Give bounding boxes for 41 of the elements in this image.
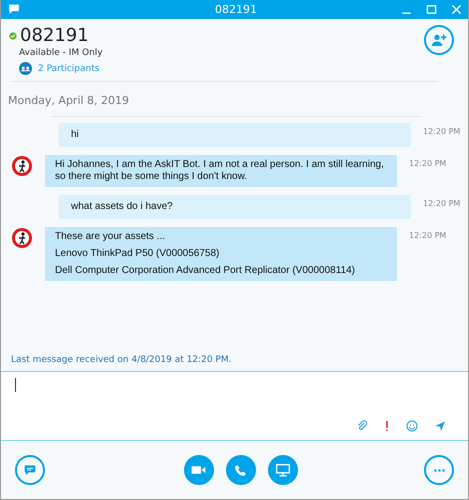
chat-icon[interactable] [7, 3, 21, 16]
video-button[interactable] [184, 455, 214, 485]
exclamation-icon[interactable] [384, 420, 390, 432]
presence-status: Available - IM Only [19, 48, 104, 58]
speech-bubble-icon [23, 463, 37, 477]
message-time: 12:20 PM [409, 230, 446, 240]
phone-icon [234, 464, 247, 476]
more-button[interactable] [424, 455, 454, 485]
paperclip-icon[interactable] [356, 420, 368, 432]
message-time: 12:20 PM [423, 198, 460, 208]
avatar-icon [11, 227, 33, 249]
avatar-icon [11, 155, 33, 177]
message-text: These are your assets ... [55, 231, 166, 243]
add-person-button[interactable] [424, 25, 454, 55]
message-time: 12:20 PM [423, 126, 460, 136]
message-text: what assets do i have? [71, 201, 174, 213]
ellipsis-icon [434, 468, 444, 472]
last-message-status: Last message received on 4/8/2019 at 12:20 PM. [10, 355, 232, 367]
window-title: 082191 [214, 3, 258, 16]
monitor-icon [276, 464, 290, 476]
message-text: Dell Computer Corporation Advanced Port Replicator (V000008114) [55, 265, 356, 277]
call-button[interactable] [226, 455, 256, 485]
maximize-icon[interactable] [426, 4, 437, 15]
text-cursor [15, 378, 16, 392]
date-heading: Monday, April 8, 2019 [7, 93, 130, 107]
message-input-field[interactable] [1, 371, 468, 441]
message-text: hi [71, 129, 80, 141]
people-icon [19, 62, 32, 75]
message-text: Lenovo ThinkPad P50 (V000056758) [55, 248, 220, 260]
share-screen-button[interactable] [268, 455, 298, 485]
add-person-icon [431, 33, 447, 47]
status-icon [9, 32, 17, 40]
send-icon[interactable] [434, 420, 446, 432]
video-camera-icon [191, 464, 206, 476]
conversation-button[interactable] [15, 455, 45, 485]
smiley-icon[interactable] [406, 420, 418, 432]
close-icon[interactable] [451, 4, 462, 15]
contact-name: 082191 [20, 25, 89, 46]
participants-link[interactable]: 2 Participants [38, 64, 100, 74]
message-time: 12:20 PM [409, 158, 446, 168]
message-text: Hi Johannes, I am the AskIT Bot. I am not a real person. I am still learning, so there might be some things I don't know. [55, 159, 385, 183]
